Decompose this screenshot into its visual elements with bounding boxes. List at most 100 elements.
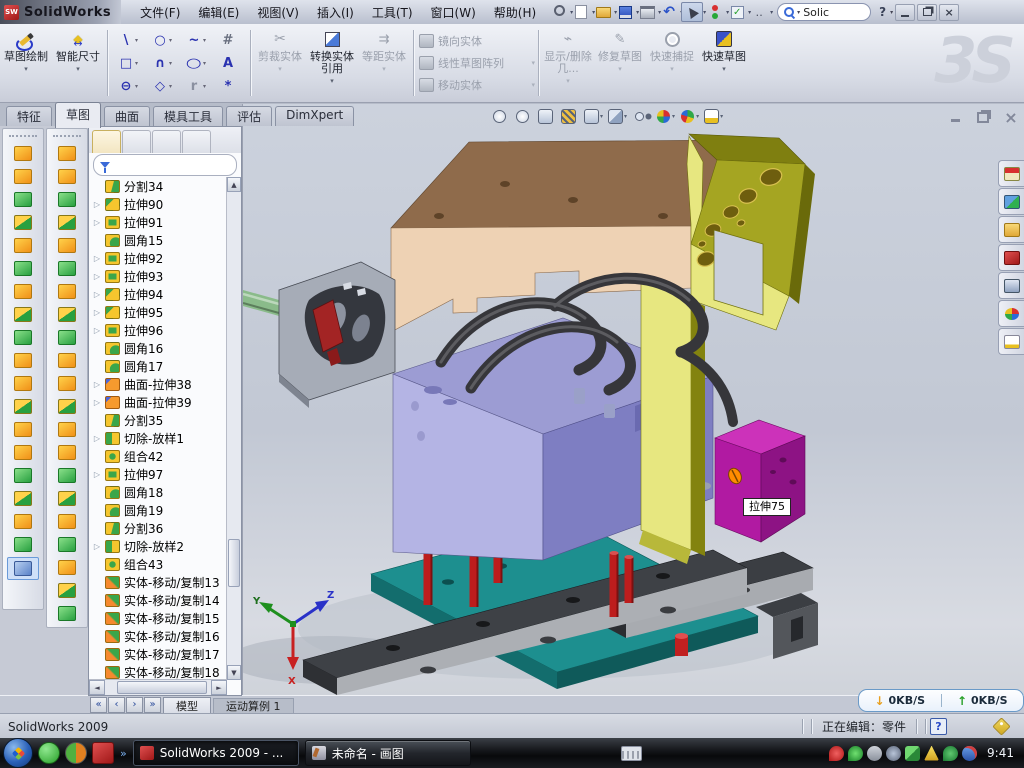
expand-arrow-icon[interactable]	[92, 380, 102, 389]
trim-entities-button[interactable]: 剪裁实体 ▾	[254, 25, 306, 101]
dropdown-caret-icon[interactable]: ▾	[203, 37, 206, 44]
search-box[interactable]: ▾ Solic	[777, 3, 871, 21]
parting-surface-button[interactable]	[52, 511, 82, 532]
planar-surface-button[interactable]	[52, 258, 82, 279]
spline-tool[interactable]: ▾	[179, 29, 213, 52]
tree-item[interactable]: 分割35	[89, 411, 227, 429]
hole-wizard-button[interactable]	[8, 281, 38, 302]
next-tab-button[interactable]	[126, 697, 143, 713]
close-button[interactable]	[939, 4, 959, 21]
dropdown-caret-icon[interactable]: ▾	[566, 77, 570, 85]
dropdown-caret-icon[interactable]: ▾	[618, 65, 622, 73]
dome-button[interactable]	[52, 557, 82, 578]
tree-item[interactable]: 实体-移动/复制13	[89, 573, 227, 591]
curves-button[interactable]	[8, 534, 38, 555]
line-tool[interactable]: ▾	[111, 29, 145, 52]
dropdown-caret-icon[interactable]: ▾	[720, 113, 723, 120]
tree-item[interactable]: 圆角16	[89, 339, 227, 357]
dropdown-caret-icon[interactable]: ▾	[203, 83, 206, 90]
tree-item[interactable]: 曲面-拉伸38	[89, 375, 227, 393]
section-view-button[interactable]: ▾	[558, 106, 579, 126]
sketch-button[interactable]: 草图绘制 ▾	[0, 25, 52, 101]
shield-tray-icon[interactable]	[848, 746, 863, 761]
tree-item[interactable]: 组合42	[89, 447, 227, 465]
pattern-box-tool[interactable]: ▾	[213, 29, 247, 52]
point-tool[interactable]: ▾	[213, 75, 247, 98]
dropdown-caret-icon[interactable]: ▾	[531, 59, 535, 67]
solidworks-quicklaunch-icon[interactable]	[92, 742, 114, 764]
dropdown-caret-icon[interactable]: ▾	[135, 83, 138, 90]
tree-item[interactable]: 实体-移动/复制14	[89, 591, 227, 609]
instant3d-button[interactable]	[8, 511, 38, 532]
scroll-left-icon[interactable]: ◄	[89, 680, 105, 695]
expand-arrow-icon[interactable]	[92, 542, 102, 551]
tag-icon[interactable]	[992, 717, 1010, 735]
linear-pattern-button[interactable]	[8, 304, 38, 325]
filled-surface-button[interactable]	[52, 373, 82, 394]
service-tray-icon[interactable]	[962, 746, 977, 761]
replace-face-button[interactable]	[52, 419, 82, 440]
dropdown-caret-icon[interactable]: ▾	[24, 65, 28, 73]
dropdown-caret-icon[interactable]: ▾	[330, 77, 334, 85]
dropdown-caret-icon[interactable]: ▾	[531, 81, 535, 89]
update-tray-icon[interactable]	[867, 746, 882, 761]
quick-tips-icon[interactable]: ?	[930, 718, 947, 735]
expand-arrow-icon[interactable]	[92, 200, 102, 209]
scroll-down-icon[interactable]: ▼	[227, 665, 241, 680]
dropdown-caret-icon[interactable]: ▾	[278, 65, 282, 73]
menu-item[interactable]: 帮助(H)	[485, 1, 545, 24]
smart-dimension-button[interactable]: 智能尺寸 ▾	[52, 25, 104, 101]
warning-tray-icon[interactable]	[924, 746, 939, 761]
menu-item[interactable]: 编辑(E)	[189, 1, 248, 24]
search-caret-icon[interactable]: ▾	[797, 9, 800, 16]
ribbon-tab[interactable]: 草图	[55, 102, 101, 128]
tree-item[interactable]: 圆角19	[89, 501, 227, 519]
text-tool[interactable]: ▾	[213, 52, 247, 75]
view-palette-tab[interactable]	[998, 272, 1024, 299]
feature-manager-tab[interactable]	[92, 130, 121, 153]
combine-button[interactable]	[8, 419, 38, 440]
untrim-surface-button[interactable]	[52, 442, 82, 463]
view-tools-button[interactable]: ▾	[535, 106, 556, 126]
taskbar-task-button[interactable]: 未命名 - 画图	[305, 740, 471, 766]
tree-filter[interactable]	[93, 154, 237, 176]
dropdown-caret-icon[interactable]: ▾	[203, 60, 206, 67]
dimxpert-manager-tab[interactable]	[182, 130, 211, 153]
dropdown-caret-icon[interactable]: ▾	[670, 65, 674, 73]
swept-boss-button[interactable]	[8, 212, 38, 233]
tree-item[interactable]: 拉伸92	[89, 249, 227, 267]
mirror-button[interactable]	[8, 396, 38, 417]
shell-button[interactable]	[8, 373, 38, 394]
help-button[interactable]: ?	[879, 5, 886, 19]
fillet-tool[interactable]: ▾	[179, 75, 213, 98]
ellipse-tool[interactable]: ▾	[179, 52, 213, 75]
scrollbar-thumb[interactable]	[228, 539, 240, 587]
print-icon[interactable]: ▾	[637, 3, 657, 21]
tree-item[interactable]: 切除-放样1	[89, 429, 227, 447]
mirror-entities-button[interactable]: 镜向实体 ▾	[417, 31, 535, 52]
appearances-button[interactable]: ▾	[653, 106, 675, 126]
move-entities-button[interactable]: 移动实体 ▾	[417, 75, 535, 96]
ribbon-tab[interactable]: 模具工具	[153, 106, 223, 126]
draft-button[interactable]	[8, 350, 38, 371]
menu-item[interactable]: 窗口(W)	[422, 1, 485, 24]
repair-sketch-button[interactable]: 修复草图 ▾	[594, 25, 646, 101]
prev-tab-button[interactable]	[108, 697, 125, 713]
expand-arrow-icon[interactable]	[92, 254, 102, 263]
expand-arrow-icon[interactable]	[92, 290, 102, 299]
scroll-right-icon[interactable]: ►	[211, 680, 227, 695]
network-tray-icon[interactable]	[905, 746, 920, 761]
expand-arrow-icon[interactable]	[92, 326, 102, 335]
expand-arrow-icon[interactable]	[92, 434, 102, 443]
model-canvas[interactable]: Y Z X	[243, 104, 1024, 695]
revolved-boss-button[interactable]	[8, 166, 38, 187]
doc-restore-button[interactable]	[973, 110, 993, 125]
expand-arrow-icon[interactable]	[92, 272, 102, 281]
zoom-fit-button[interactable]: ▾	[489, 106, 510, 126]
chevron-icon[interactable]: »	[120, 747, 127, 760]
antivirus-tray-icon[interactable]	[829, 746, 844, 761]
tree-vertical-scrollbar[interactable]: ▲ ▼	[226, 177, 241, 680]
tree-item[interactable]: 实体-移动/复制16	[89, 627, 227, 645]
trim-surface-button[interactable]	[52, 212, 82, 233]
tree-item[interactable]: 拉伸90	[89, 195, 227, 213]
